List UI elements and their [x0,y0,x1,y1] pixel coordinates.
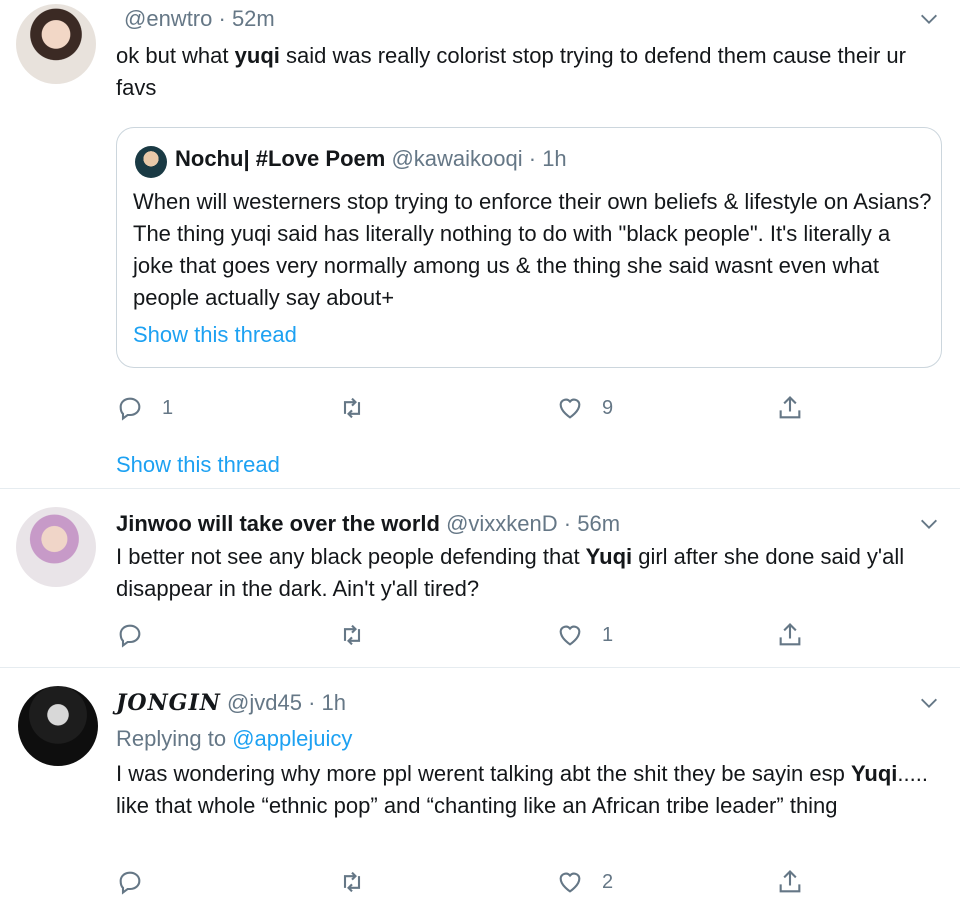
timestamp[interactable]: · 1h [308,690,346,715]
retweet-button[interactable] [338,868,384,896]
reply-button[interactable]: 1 [116,394,173,422]
tweet-actions: 1 [116,621,816,651]
user-name[interactable]: Jinwoo will take over the world [116,511,440,536]
like-count: 1 [602,623,614,646]
share-icon [779,623,801,646]
reply-icon [119,624,141,648]
replying-to-label: Replying to [116,726,233,751]
quoted-tweet[interactable]: Nochu| #Love Poem @kawaikooqi · 1h When … [116,127,942,368]
quoted-tweet-header: Nochu| #Love Poem @kawaikooqi · 1h [175,146,567,172]
share-button[interactable] [776,621,804,649]
retweet-icon [343,624,361,646]
tweet-text: I was wondering why more ppl werent talk… [116,761,928,818]
chevron-down-icon[interactable] [918,513,940,535]
share-button[interactable] [776,394,804,422]
chevron-down-icon[interactable] [918,692,940,714]
retweet-button[interactable] [338,621,384,649]
tweet[interactable]: JONGIN @jvd45 · 1h Replying to @applejui… [0,668,960,913]
tweet[interactable]: Jinwoo will take over the world @vixxken… [0,489,960,667]
reply-button[interactable] [116,868,162,896]
tweet-actions: 1 9 [116,394,816,424]
chevron-down-icon[interactable] [918,8,940,30]
user-handle[interactable]: @enwtro [124,6,212,31]
share-icon [779,396,801,419]
avatar[interactable] [16,507,96,587]
tweet-header: JONGIN @jvd45 · 1h [116,690,346,716]
show-this-thread-link[interactable]: Show this thread [133,322,297,348]
reply-count: 1 [162,396,174,419]
retweet-button[interactable] [338,394,384,422]
timestamp[interactable]: · 1h [529,146,567,171]
like-icon [559,872,581,893]
like-count: 9 [602,396,614,419]
quoted-tweet-text: When will westerners stop trying to enfo… [133,189,932,310]
like-count: 2 [602,870,614,893]
tweet[interactable]: @enwtro · 52m ok but what yuqi said was … [0,0,960,488]
show-this-thread-link[interactable]: Show this thread [116,452,280,478]
replying-to: Replying to @applejuicy [116,726,352,752]
reply-button[interactable] [116,621,162,649]
share-icon [779,870,801,893]
tweet-text: ok but what yuqi said was really coloris… [116,43,906,100]
user-name[interactable]: Nochu| #Love Poem [175,146,385,171]
like-icon [559,625,581,646]
user-handle[interactable]: @jvd45 [227,690,302,715]
avatar[interactable] [16,4,96,84]
tweet-header: @enwtro · 52m [124,6,275,32]
tweet-text: I better not see any black people defend… [116,544,905,601]
user-handle[interactable]: @vixxkenD [446,511,558,536]
share-button[interactable] [776,868,804,896]
like-button[interactable]: 1 [556,621,613,649]
user-handle[interactable]: @kawaikooqi [391,146,522,171]
avatar[interactable] [135,146,167,178]
retweet-icon [343,397,361,419]
tweet-actions: 2 [116,868,816,898]
timestamp[interactable]: · 52m [219,6,275,31]
like-icon [559,398,581,419]
reply-icon [119,397,141,421]
user-name[interactable]: JONGIN [116,690,221,716]
reply-icon [119,871,141,895]
like-button[interactable]: 9 [556,394,613,422]
avatar[interactable] [18,686,98,766]
timestamp[interactable]: · 56m [564,511,620,536]
retweet-icon [343,871,361,893]
tweet-header: Jinwoo will take over the world @vixxken… [116,511,620,537]
like-button[interactable]: 2 [556,868,613,896]
replying-to-handle[interactable]: @applejuicy [232,726,352,751]
